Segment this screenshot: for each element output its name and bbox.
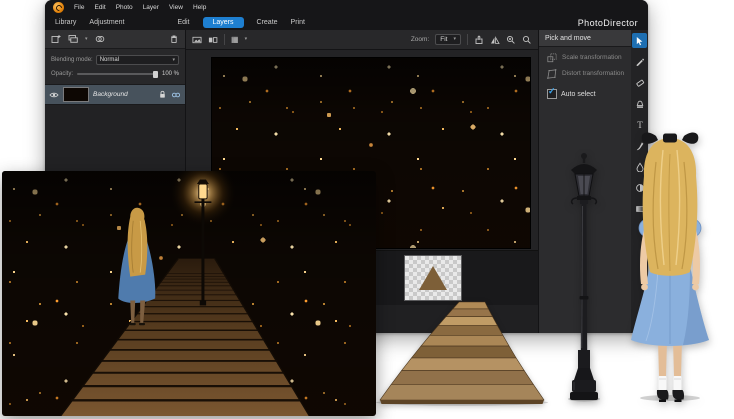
- tab-layers[interactable]: Layers: [203, 17, 244, 28]
- tab-edit[interactable]: Edit: [177, 19, 189, 26]
- eraser-tool-button[interactable]: [632, 75, 647, 90]
- menu-layer[interactable]: Layer: [143, 4, 159, 11]
- export-icon[interactable]: [474, 35, 484, 45]
- single-view-icon[interactable]: [192, 35, 202, 45]
- thumbnail-3[interactable]: [404, 255, 462, 301]
- girl-cutout: [606, 128, 734, 403]
- chevron-down-icon: ▾: [245, 37, 248, 42]
- hair-bow: [642, 133, 699, 144]
- auto-select-label: Auto select: [561, 91, 596, 98]
- menu-bar: File Edit Photo Layer View Help: [45, 0, 648, 15]
- zoom-in-icon[interactable]: [506, 35, 516, 45]
- pick-move-header: Pick and move: [539, 30, 631, 47]
- zoom-tool-icon[interactable]: [522, 35, 532, 45]
- distort-transformation-button[interactable]: Distort transformation: [547, 69, 625, 79]
- boardwalk: [61, 259, 310, 416]
- scale-transform-label: Scale transformation: [562, 54, 622, 62]
- eye-icon[interactable]: [49, 90, 59, 100]
- blending-mode-row: Blending mode: Normal ▾: [51, 55, 179, 65]
- opacity-value: 100 %: [162, 71, 179, 77]
- marketing-page: File Edit Photo Layer View Help Library …: [0, 0, 734, 419]
- compare-view-icon[interactable]: [208, 35, 218, 45]
- tab-adjustment[interactable]: Adjustment: [89, 19, 124, 26]
- layer-menu-icon[interactable]: [68, 34, 78, 44]
- opacity-slider-handle[interactable]: [153, 71, 158, 78]
- blending-mode-select[interactable]: Normal ▾: [96, 55, 179, 65]
- layer-name: Background: [93, 91, 153, 98]
- blending-mode-value: Normal: [100, 57, 119, 63]
- new-layer-icon[interactable]: [51, 34, 61, 44]
- auto-select-checkbox[interactable]: ✓ Auto select: [547, 89, 625, 99]
- lock-icon[interactable]: [157, 90, 167, 100]
- menu-edit[interactable]: Edit: [94, 4, 105, 11]
- chevron-down-icon: ▾: [453, 37, 456, 42]
- scale-transformation-button[interactable]: Scale transformation: [547, 53, 625, 63]
- chevron-down-icon: ▾: [85, 37, 88, 42]
- zoom-select[interactable]: Fit ▾: [435, 34, 461, 45]
- clone-tool-button[interactable]: [632, 96, 647, 111]
- blending-mode-label: Blending mode:: [51, 57, 93, 63]
- layer-row-background[interactable]: Background: [45, 85, 185, 105]
- chevron-down-icon: ▾: [172, 58, 175, 63]
- tab-create[interactable]: Create: [257, 19, 278, 26]
- pen-tool-button[interactable]: [632, 54, 647, 69]
- trash-icon[interactable]: [169, 34, 179, 44]
- layer-thumbnail[interactable]: [63, 87, 89, 102]
- check-icon: ✓: [548, 86, 556, 97]
- photo-scene: [2, 171, 376, 416]
- checkbox-box[interactable]: ✓: [547, 89, 557, 99]
- opacity-label: Opacity:: [51, 71, 73, 77]
- opacity-slider[interactable]: [77, 73, 158, 75]
- tab-library[interactable]: Library: [55, 19, 76, 26]
- app-brand: PhotoDirector: [578, 18, 638, 28]
- scale-transform-icon: [547, 53, 557, 63]
- opacity-row: Opacity: 100 %: [51, 71, 179, 77]
- pick-tool-button[interactable]: [632, 33, 647, 48]
- composite-photo: [2, 171, 376, 416]
- zoom-value: Fit: [440, 36, 447, 43]
- layers-panel-toolbar: ▾: [45, 30, 185, 49]
- cyberlink-logo-icon[interactable]: [53, 2, 64, 13]
- blend-icon[interactable]: [95, 34, 105, 44]
- toolbar-divider: [467, 34, 468, 45]
- flip-icon[interactable]: [490, 35, 500, 45]
- pick-move-title: Pick and move: [545, 35, 591, 42]
- menu-view[interactable]: View: [169, 4, 183, 11]
- distort-transform-label: Distort transformation: [562, 70, 624, 78]
- path-layer-preview: [419, 266, 447, 290]
- menu-help[interactable]: Help: [193, 4, 206, 11]
- canvas-toolbar: ▦ ▾ Zoom: Fit ▾: [186, 30, 538, 50]
- distort-transform-icon: [547, 69, 557, 79]
- toolbar-divider: [224, 34, 225, 45]
- wooden-path-cutout: [372, 296, 552, 406]
- menu-photo[interactable]: Photo: [116, 4, 133, 11]
- link-icon[interactable]: [171, 90, 181, 100]
- zoom-label: Zoom:: [411, 36, 429, 43]
- grid-icon[interactable]: ▦: [231, 36, 239, 44]
- module-tab-bar: Library Adjustment Edit Layers Create Pr…: [45, 15, 648, 30]
- tab-print[interactable]: Print: [291, 19, 305, 26]
- menu-file[interactable]: File: [74, 4, 84, 11]
